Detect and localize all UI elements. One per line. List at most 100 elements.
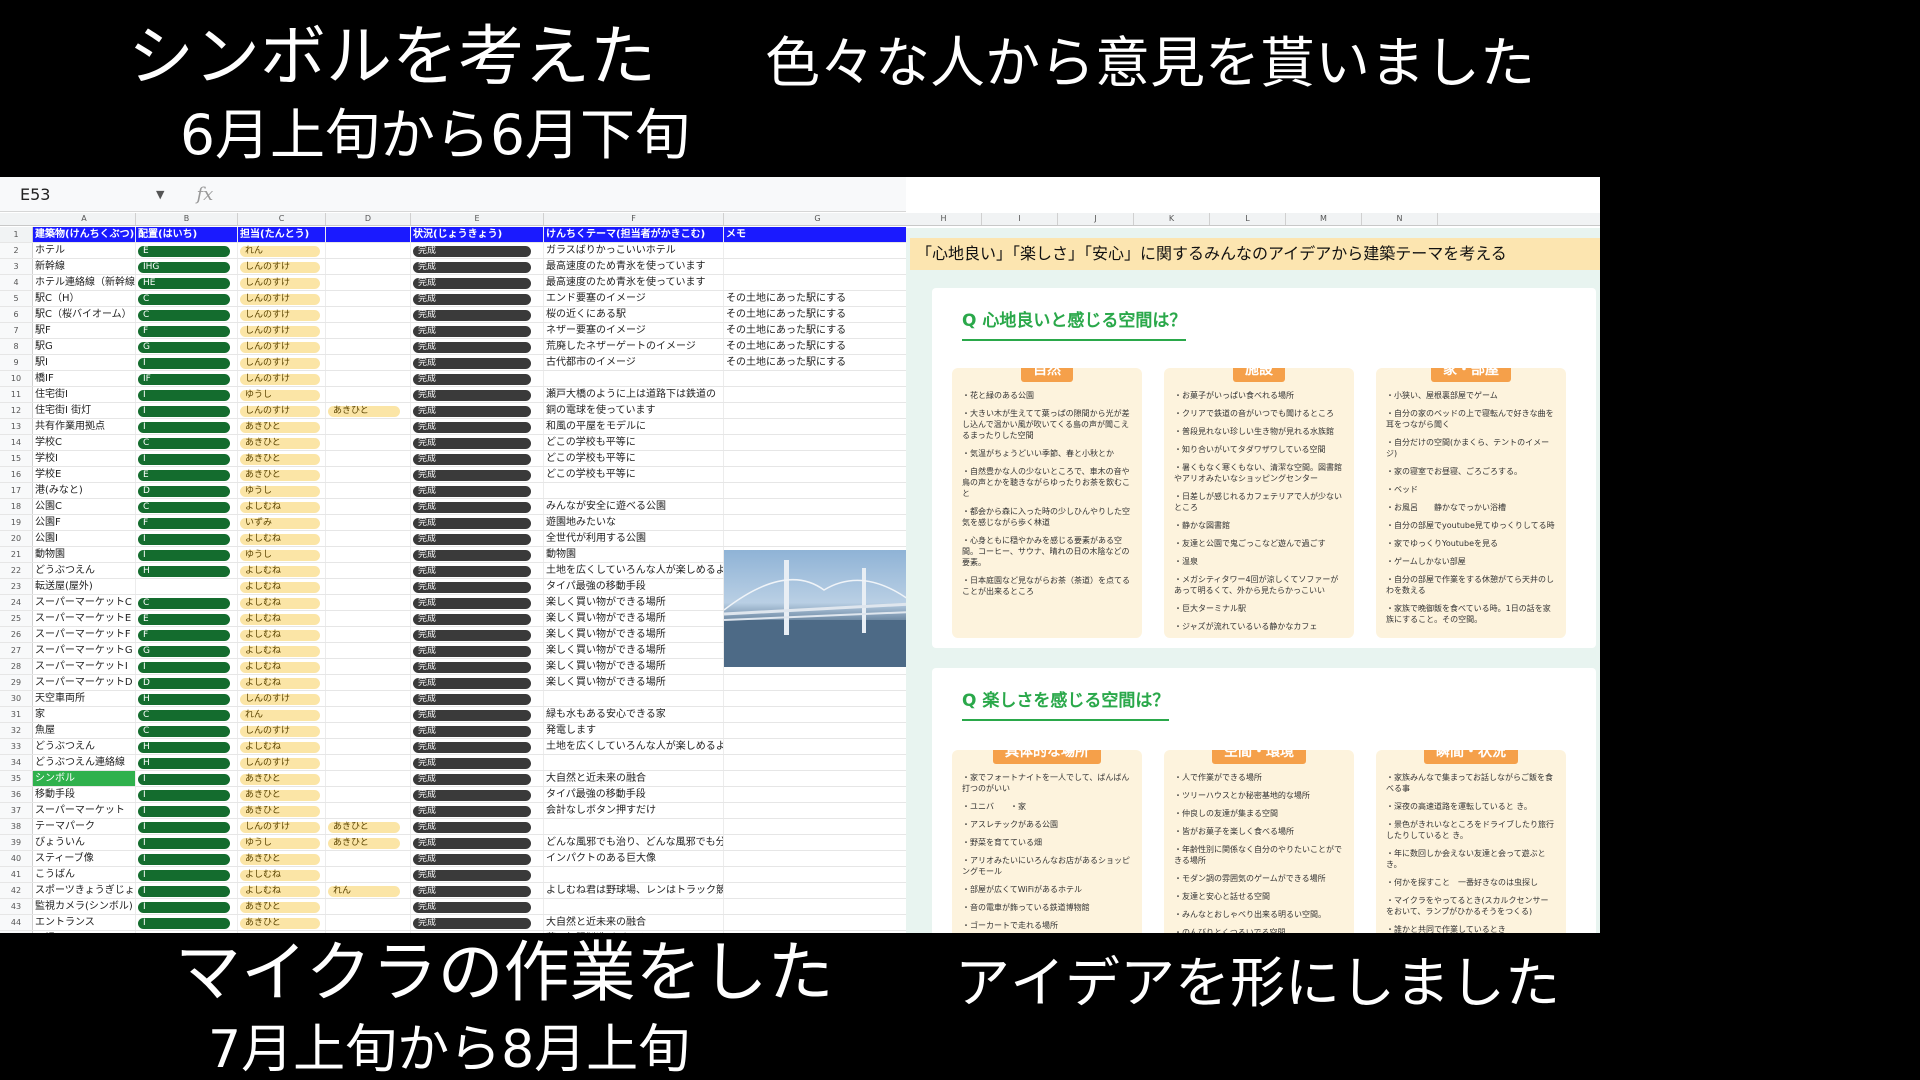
row-number[interactable]: 10 [0,371,33,386]
cell-b[interactable]: IHG [136,259,238,274]
row-number[interactable]: 23 [0,579,33,594]
cell-c[interactable]: あきひと [238,915,326,930]
cell-f[interactable]: けんちくテーマ(担当者がかきこむ) [544,227,724,242]
cell-d[interactable] [326,499,411,514]
cell-a[interactable]: スポーツきょうぎじょう [33,883,136,898]
row-number[interactable]: 19 [0,515,33,530]
cell-b[interactable]: I [136,899,238,914]
cell-c[interactable]: ゆうし [238,387,326,402]
cell-d[interactable] [326,275,411,290]
row-number[interactable]: 39 [0,835,33,850]
cell-c[interactable]: ゆうし [238,483,326,498]
cell-c[interactable]: れん [238,707,326,722]
cell-g[interactable] [724,867,912,882]
cell-e[interactable]: 完成 [411,707,544,722]
cell-e[interactable]: 完成 [411,451,544,466]
row-number[interactable]: 29 [0,675,33,690]
cell-f[interactable]: タイパ最強の移動手段 [544,579,724,594]
row-number[interactable]: 1 [0,227,33,242]
cell-c[interactable]: しんのすけ [238,307,326,322]
cell-e[interactable]: 完成 [411,307,544,322]
column-header[interactable]: L [1210,213,1286,225]
cell-d[interactable] [326,547,411,562]
cell-a[interactable]: 住宅街I 街灯 [33,403,136,418]
cell-d[interactable] [326,771,411,786]
cell-d[interactable] [326,467,411,482]
cell-b[interactable]: I [136,387,238,402]
cell-d[interactable] [326,787,411,802]
cell-d[interactable] [326,371,411,386]
cell-c[interactable]: よしむね [238,675,326,690]
cell-b[interactable]: I [136,787,238,802]
cell-e[interactable]: 完成 [411,899,544,914]
row-number[interactable]: 2 [0,243,33,258]
cell-c[interactable]: よしむね [238,627,326,642]
row-number[interactable]: 45 [0,931,33,933]
cell-c[interactable]: ゆうし [238,547,326,562]
cell-e[interactable]: 完成 [411,339,544,354]
cell-d[interactable] [326,307,411,322]
cell-g[interactable] [724,819,912,834]
cell-a[interactable]: スーパーマーケットE [33,611,136,626]
cell-d[interactable]: あきひと [326,403,411,418]
row-number[interactable]: 4 [0,275,33,290]
cell-d[interactable] [326,419,411,434]
cell-f[interactable]: タイパ最強の移動手段 [544,787,724,802]
cell-f[interactable]: エンド要塞のイメージ [544,291,724,306]
cell-g[interactable]: メモ [724,227,912,242]
cell-b[interactable]: I [136,403,238,418]
cell-a[interactable]: スーパーマーケット [33,803,136,818]
cell-f[interactable]: みんなが安全に遊べる公園 [544,499,724,514]
column-header[interactable]: I [982,213,1058,225]
cell-e[interactable]: 完成 [411,323,544,338]
cell-b[interactable] [136,579,238,594]
cell-e[interactable]: 完成 [411,355,544,370]
cell-a[interactable]: 駅F [33,323,136,338]
cell-d[interactable] [326,259,411,274]
cell-b[interactable]: F [136,627,238,642]
cell-e[interactable]: 完成 [411,515,544,530]
cell-g[interactable] [724,883,912,898]
cell-f[interactable]: インパクトのある巨大像 [544,851,724,866]
cell-a[interactable]: スーパーマーケットF [33,627,136,642]
row-number[interactable]: 42 [0,883,33,898]
cell-c[interactable]: しんのすけ [238,723,326,738]
cell-d[interactable] [326,291,411,306]
cell-e[interactable]: 完成 [411,787,544,802]
cell-a[interactable]: エントランス [33,915,136,930]
cell-d[interactable] [326,595,411,610]
cell-e[interactable]: 完成 [411,867,544,882]
cell-c[interactable]: あきひと [238,899,326,914]
cell-a[interactable]: 駅G [33,339,136,354]
cell-c[interactable]: よしむね [238,659,326,674]
chevron-down-icon[interactable]: ▼ [156,188,164,201]
cell-a[interactable]: 公園I [33,531,136,546]
cell-c[interactable]: あきひと [238,451,326,466]
cell-d[interactable] [326,483,411,498]
cell-c[interactable]: あきひと [238,771,326,786]
cell-b[interactable]: C [136,595,238,610]
cell-d[interactable] [326,515,411,530]
row-number[interactable]: 8 [0,339,33,354]
cell-e[interactable]: 完成 [411,531,544,546]
column-header[interactable]: B [136,213,238,225]
name-box[interactable]: E53 [0,181,156,207]
cell-c[interactable]: ゆうし [238,835,326,850]
cell-f[interactable]: よしむね君は野球場、レンはトラック競技場作りました。 [544,883,724,898]
column-header[interactable]: J [1058,213,1134,225]
cell-b[interactable]: E [136,467,238,482]
cell-b[interactable]: I [136,547,238,562]
cell-b[interactable]: I [136,867,238,882]
row-number[interactable]: 21 [0,547,33,562]
cell-g[interactable] [724,771,912,786]
cell-c[interactable]: しんのすけ [238,819,326,834]
cell-b[interactable]: D [136,675,238,690]
row-number[interactable]: 26 [0,627,33,642]
row-number[interactable]: 6 [0,307,33,322]
cell-e[interactable]: 完成 [411,627,544,642]
cell-f[interactable]: 銅の電球を使っています [544,403,724,418]
cell-a[interactable]: 公園C [33,499,136,514]
row-number[interactable]: 33 [0,739,33,754]
cell-e[interactable]: 完成 [411,835,544,850]
cell-d[interactable] [326,755,411,770]
